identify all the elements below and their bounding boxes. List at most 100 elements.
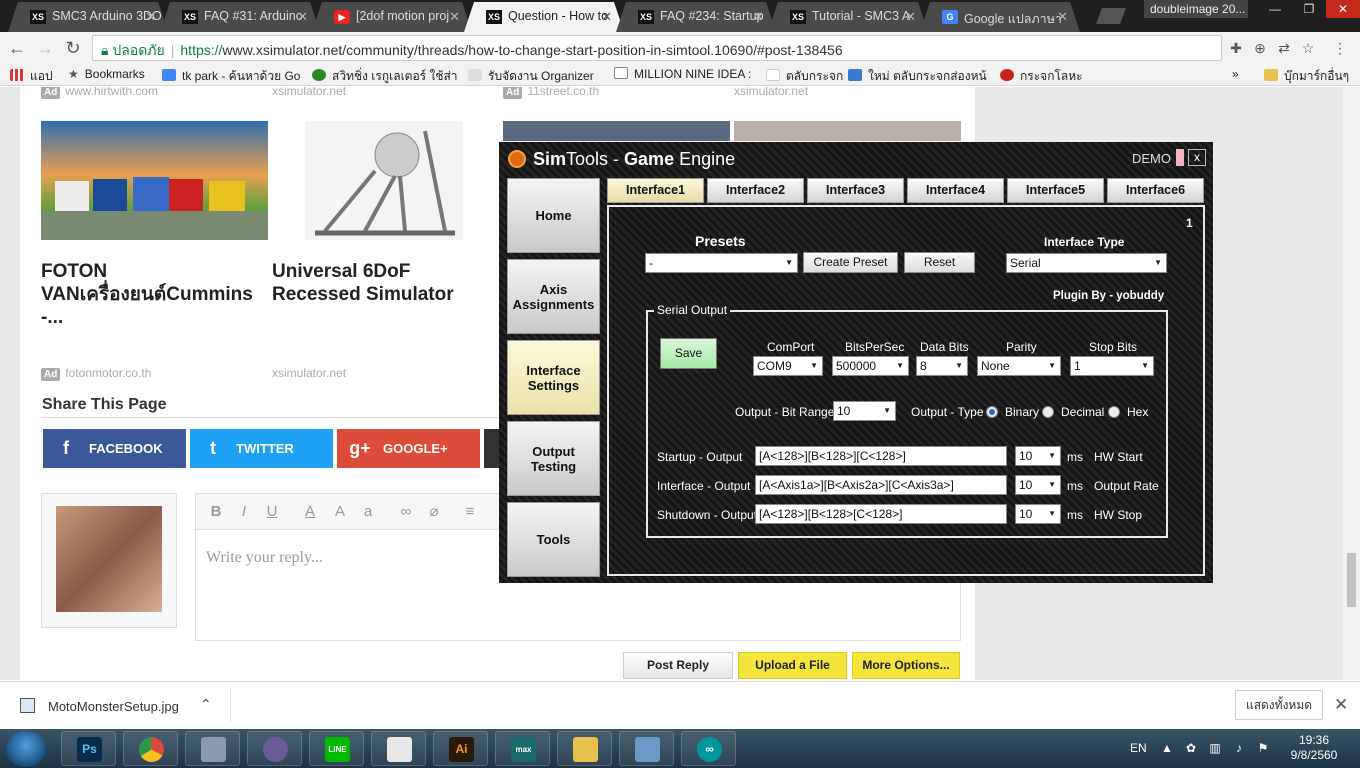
ad-source[interactable]: xsimulator.net [272, 87, 346, 98]
link-icon[interactable]: ∞ [394, 500, 418, 524]
taskbar-file-explorer[interactable] [557, 731, 612, 766]
zoom-icon[interactable]: ⊕ [1252, 40, 1268, 56]
taskbar-illustrator[interactable]: Ai [433, 731, 488, 766]
chevron-up-icon[interactable]: ⌃ [200, 696, 212, 713]
browser-tab[interactable]: XS FAQ #31: Arduino ✕ [160, 2, 320, 32]
scrollbar[interactable] [1343, 87, 1360, 680]
font-color-icon[interactable]: A [298, 500, 322, 524]
close-tab-icon[interactable]: ✕ [145, 9, 156, 25]
binary-radio[interactable] [986, 406, 998, 418]
reset-button[interactable]: Reset [904, 252, 975, 273]
tab-interface3[interactable]: Interface3 [807, 178, 904, 203]
bookmark-metal-mirror[interactable]: กระจกโลหะ [1000, 67, 1083, 86]
tab-interface6[interactable]: Interface6 [1107, 178, 1204, 203]
nav-axis-assignments-button[interactable]: Axis Assignments [507, 259, 600, 334]
scrollbar-thumb[interactable] [1347, 553, 1356, 607]
download-filename[interactable]: MotoMonsterSetup.jpg [48, 699, 179, 714]
google-plus-share-button[interactable]: g+ GOOGLE+ [337, 429, 480, 468]
bookmark-switching-regulator[interactable]: สวิทชิ่ง เรกูเลเตอร์ ใช้ส่า [312, 67, 462, 86]
language-indicator[interactable]: EN [1130, 741, 1147, 755]
interface-output-field[interactable]: [A<Axis1a>][B<Axis2a>][C<Axis3a>] [755, 475, 1007, 495]
window-close-icon[interactable]: ✕ [1326, 0, 1360, 18]
tab-interface5[interactable]: Interface5 [1007, 178, 1104, 203]
nav-tools-button[interactable]: Tools [507, 502, 600, 577]
start-button[interactable] [6, 731, 46, 767]
nav-interface-settings-button[interactable]: Interface Settings [507, 340, 600, 415]
bookmark-tkpark[interactable]: tk park - ค้นหาด้วย Go [162, 67, 300, 86]
more-options-button[interactable]: More Options... [852, 652, 960, 679]
ad-source[interactable]: xsimulator.net [272, 366, 346, 380]
close-icon[interactable]: ✕ [1334, 695, 1348, 715]
address-bar[interactable]: 🔒︎ ปลอดภัย | https://www.xsimulator.net/co… [92, 35, 1222, 61]
new-tab-button[interactable] [1096, 8, 1126, 24]
browser-tab[interactable]: XS Tutorial - SMC3 A ✕ [768, 2, 928, 32]
browser-tab[interactable]: ▶ [2dof motion proj ✕ [312, 2, 472, 32]
translate-icon[interactable]: ⇄ [1276, 40, 1292, 56]
bitspersec-select[interactable]: 500000 [832, 356, 909, 376]
align-icon[interactable]: ≡ [458, 500, 482, 524]
nav-home-button[interactable]: Home [507, 178, 600, 253]
italic-icon[interactable]: I [232, 500, 256, 524]
bookmark-new-mirror-case[interactable]: ใหม่ ตลับกระจกส่องหน้า [848, 67, 988, 86]
facebook-share-button[interactable]: f FACEBOOK [43, 429, 186, 468]
startup-ms-select[interactable]: 10 [1015, 446, 1061, 466]
tab-interface2[interactable]: Interface2 [707, 178, 804, 203]
close-tab-icon[interactable]: ✕ [1057, 9, 1068, 25]
close-tab-icon[interactable]: ✕ [449, 9, 460, 25]
browser-tab-active[interactable]: XS Question - How to ✕ [464, 2, 624, 32]
taskbar-3ds-max[interactable]: max [495, 731, 550, 766]
flag-icon[interactable]: ⚑ [1256, 741, 1270, 755]
ad-source[interactable]: Ad 11street.co.th [503, 87, 599, 99]
taskbar-chrome[interactable] [123, 731, 178, 766]
bookmark-million-nine[interactable]: MILLION NINE IDEA : [614, 67, 754, 81]
close-tab-icon[interactable]: ✕ [297, 9, 308, 25]
reload-icon[interactable]: ↻ [62, 37, 84, 59]
ad-source[interactable]: Ad fotonmotor.co.th [41, 366, 151, 381]
ad-source[interactable]: xsimulator.net [734, 87, 808, 98]
shutdown-ms-select[interactable]: 10 [1015, 504, 1061, 524]
clock[interactable]: 19:36 9/8/2560 [1286, 733, 1342, 763]
interface-type-select[interactable]: Serial [1006, 253, 1167, 273]
extension-puzzle-icon[interactable]: ✚ [1228, 40, 1244, 56]
ad-source[interactable]: Ad www.hirtwith.com [41, 87, 158, 99]
bold-icon[interactable]: B [204, 500, 228, 524]
simulator-image[interactable] [305, 121, 463, 240]
font-size-icon[interactable]: A [328, 500, 352, 524]
avatar[interactable] [56, 506, 162, 612]
parity-select[interactable]: None [977, 356, 1061, 376]
browser-tab[interactable]: G Google แปลภาษา ✕ [920, 2, 1080, 32]
bookmarks-overflow-icon[interactable]: » [1232, 67, 1239, 81]
close-tab-icon[interactable]: ✕ [905, 9, 916, 25]
ad-image[interactable] [503, 121, 730, 141]
tray-app-icon[interactable]: ✿ [1184, 741, 1198, 755]
taskbar-document-viewer[interactable] [371, 731, 426, 766]
browser-tab[interactable]: XS SMC3 Arduino 3DO ✕ [8, 2, 168, 32]
tab-interface1[interactable]: Interface1 [607, 178, 704, 203]
bookmark-organizer[interactable]: รับจัดงาน Organizer Ev [468, 67, 598, 86]
stopbits-select[interactable]: 1 [1070, 356, 1154, 376]
interface-ms-select[interactable]: 10 [1015, 475, 1061, 495]
bookmark-bookmarks[interactable]: ★ Bookmarks [68, 67, 145, 81]
taskbar-photoshop[interactable]: Ps [61, 731, 116, 766]
taskbar-photo-viewer[interactable] [619, 731, 674, 766]
underline-icon[interactable]: U [260, 500, 284, 524]
trucks-image[interactable] [41, 121, 268, 240]
tab-interface4[interactable]: Interface4 [907, 178, 1004, 203]
decimal-radio[interactable] [1042, 406, 1054, 418]
comport-select[interactable]: COM9 [753, 356, 823, 376]
close-tab-icon[interactable]: ✕ [753, 9, 764, 25]
network-icon[interactable]: ▥ [1208, 741, 1222, 755]
bookmark-mirror-case[interactable]: ตลับกระจก [766, 67, 843, 86]
hex-radio[interactable] [1108, 406, 1120, 418]
tray-expand-icon[interactable]: ▲ [1160, 741, 1174, 755]
taskbar-line[interactable]: LINE [309, 731, 364, 766]
shutdown-output-field[interactable]: [A<128>][B<128>[C<128>] [755, 504, 1007, 524]
twitter-share-button[interactable]: t TWITTER [190, 429, 333, 468]
minimize-icon[interactable]: — [1258, 0, 1292, 18]
taskbar-bittorrent[interactable] [247, 731, 302, 766]
star-icon[interactable]: ☆ [1300, 40, 1316, 56]
menu-icon[interactable]: ⋮ [1332, 40, 1348, 56]
bookmark-apps[interactable]: แอป [10, 67, 53, 86]
upload-file-button[interactable]: Upload a File [738, 652, 847, 679]
reply-placeholder[interactable]: Write your reply... [206, 549, 323, 567]
